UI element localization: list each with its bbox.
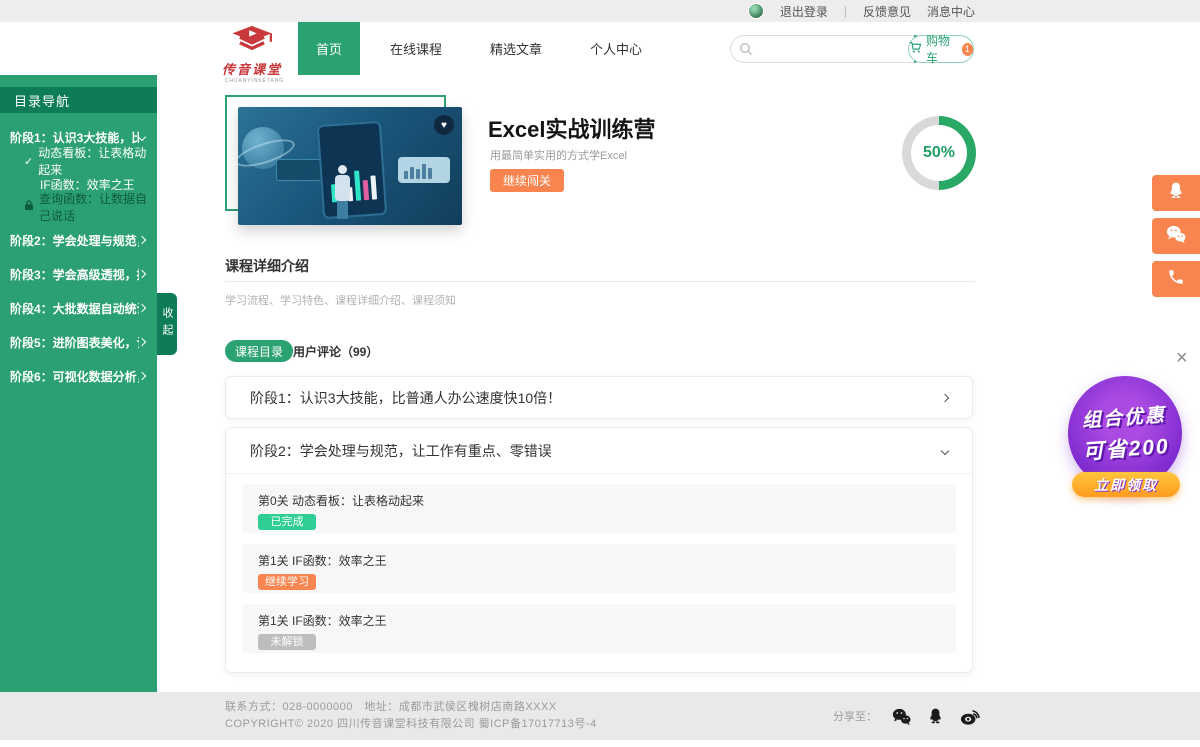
sidebar-lesson-dashboard[interactable]: ✓ 动态看板：让表格动起来: [0, 154, 157, 168]
lock-icon: [24, 200, 34, 214]
sidebar-stage-5[interactable]: 阶段5：进阶图表美化，让汇报一...: [0, 334, 157, 350]
nav-item-profile[interactable]: 个人中心: [572, 22, 660, 75]
chevron-right-icon: [138, 236, 146, 244]
main-navbar: 传音课堂 CHUANYINKETANG 首页 在线课程 精选文章 个人中心 搜索…: [0, 22, 1200, 75]
accordion-stage-2-title: 阶段2：学会处理与规范，让工作有重点、零错误: [250, 441, 552, 461]
lesson-row[interactable]: 第1关 IF函数：效率之王 继续学习: [242, 544, 956, 593]
wechat-icon: [1165, 224, 1187, 249]
cart-icon: [909, 41, 922, 57]
phone-icon: [1167, 268, 1185, 291]
promo-claim-button[interactable]: 立即领取: [1072, 472, 1180, 497]
top-utility-bar: 退出登录 | 反馈意见 消息中心: [0, 0, 1200, 22]
footer-info: 联系方式：028-0000000 地址：成都市武侯区槐树店南路XXXX COPY…: [225, 699, 597, 733]
logo-title: 传音课堂: [220, 59, 284, 78]
promo-close-icon[interactable]: ×: [1176, 348, 1188, 368]
bar-panel-graphic: [398, 157, 450, 183]
promo-line-1: 组合优惠: [1081, 400, 1167, 433]
chevron-right-icon: [138, 304, 146, 312]
cart-button[interactable]: 购物车 1: [908, 35, 974, 63]
nav-item-articles[interactable]: 精选文章: [472, 22, 560, 75]
share-label: 分享至：: [833, 708, 877, 724]
chevron-down-icon: [138, 133, 146, 141]
promo-line-2: 可省200: [1082, 430, 1171, 466]
feedback-link[interactable]: 反馈意见: [863, 3, 911, 20]
detail-description: 学习流程、学习特色、课程详细介绍、课程须知: [225, 292, 456, 308]
logo-subtitle: CHUANYINKETANG: [225, 78, 279, 83]
footer-share: 分享至：: [833, 706, 981, 726]
chart-panel-graphic: [276, 159, 322, 181]
graduation-cap-icon: [229, 40, 275, 57]
course-cover-image[interactable]: ♥: [238, 107, 462, 225]
sidebar-stage-6[interactable]: 阶段6：可视化数据分析，帮老板...: [0, 368, 157, 384]
wechat-share-icon[interactable]: [891, 707, 912, 726]
site-logo[interactable]: 传音课堂 CHUANYINKETANG: [220, 25, 284, 84]
phone-contact-button[interactable]: [1152, 261, 1200, 297]
sidebar-collapse-tab[interactable]: 收起: [157, 293, 177, 355]
lesson-row[interactable]: 第0关 动态看板：让表格动起来 已完成: [242, 484, 956, 533]
cart-label: 购物车: [926, 32, 958, 66]
search-bar: 搜索: [730, 35, 897, 63]
tab-course-catalog[interactable]: 课程目录: [225, 340, 293, 362]
progress-value: 50%: [911, 125, 967, 181]
accordion-stage-2: 阶段2：学会处理与规范，让工作有重点、零错误 第0关 动态看板：让表格动起来 已…: [225, 427, 973, 673]
sidebar-stage-1[interactable]: 阶段1：认识3大技能，比普通人...: [0, 129, 157, 145]
status-badge-done[interactable]: 已完成: [258, 514, 316, 530]
search-icon: [739, 42, 753, 61]
sidebar-lesson-locked[interactable]: 查询函数：让数据自己说话: [0, 200, 157, 214]
sidebar-stage-2[interactable]: 阶段2：学会处理与规范，让工作...: [0, 232, 157, 248]
message-center-link[interactable]: 消息中心: [927, 3, 975, 20]
qq-contact-button[interactable]: [1152, 175, 1200, 211]
tab-user-comments[interactable]: 用户评论（99）: [293, 340, 378, 362]
chevron-right-icon: [138, 338, 146, 346]
contact-float-buttons: [1152, 175, 1200, 297]
topbar-divider: |: [844, 4, 847, 18]
nav-menu: 首页 在线课程 精选文章 个人中心: [298, 22, 672, 75]
sidebar-title: 目录导航: [0, 87, 157, 113]
continue-button[interactable]: 继续闯关: [490, 169, 564, 192]
progress-ring: 50%: [902, 116, 976, 190]
detail-divider: [225, 281, 975, 282]
user-avatar[interactable]: [748, 3, 764, 19]
chevron-right-icon: [138, 372, 146, 380]
course-subtitle: 用最简单实用的方式学Excel: [490, 147, 627, 163]
catalog-sidebar: 目录导航 阶段1：认识3大技能，比普通人... ✓ 动态看板：让表格动起来 IF…: [0, 75, 157, 692]
cart-count-badge: 1: [962, 43, 973, 56]
accordion-stage-2-header[interactable]: 阶段2：学会处理与规范，让工作有重点、零错误: [226, 428, 972, 474]
footer: 联系方式：028-0000000 地址：成都市武侯区槐树店南路XXXX COPY…: [0, 692, 1200, 740]
weibo-share-icon[interactable]: [959, 706, 981, 726]
detail-heading: 课程详细介绍: [225, 256, 309, 276]
nav-item-courses[interactable]: 在线课程: [372, 22, 460, 75]
nav-item-home[interactable]: 首页: [298, 22, 360, 75]
qq-icon: [1166, 181, 1186, 206]
chevron-right-icon: [138, 270, 146, 278]
search-input[interactable]: [730, 35, 914, 63]
course-title: Excel实战训练营: [488, 112, 656, 144]
dashboard-graphic: [317, 121, 387, 219]
status-badge-continue[interactable]: 继续学习: [258, 574, 316, 590]
accordion-stage-1-title: 阶段1：认识3大技能，比普通人办公速度快10倍！: [250, 388, 561, 408]
check-icon: ✓: [24, 155, 33, 168]
sidebar-stage-3[interactable]: 阶段3：学会高级透视，拥有同时...: [0, 266, 157, 282]
qq-share-icon[interactable]: [926, 707, 945, 726]
favorite-heart-icon[interactable]: ♥: [434, 115, 454, 135]
accordion-stage-1[interactable]: 阶段1：认识3大技能，比普通人办公速度快10倍！: [225, 376, 973, 419]
chevron-right-icon: [941, 393, 949, 401]
sidebar-stage-4[interactable]: 阶段4：大批数据自动统计分析，...: [0, 300, 157, 316]
logout-link[interactable]: 退出登录: [780, 3, 828, 20]
page: 退出登录 | 反馈意见 消息中心 传音课堂 CHUANYINKETANG 首页 …: [0, 0, 1200, 747]
status-badge-locked[interactable]: 未解锁: [258, 634, 316, 650]
chevron-down-icon: [941, 446, 949, 454]
person-graphic: [338, 165, 347, 174]
wechat-contact-button[interactable]: [1152, 218, 1200, 254]
lesson-row[interactable]: 第1关 IF函数：效率之王 未解锁: [242, 604, 956, 653]
footer-copyright: COPYRIGHT© 2020 四川传音课堂科技有限公司 蜀ICP备170177…: [225, 716, 597, 733]
sidebar-lesson-if[interactable]: IF函数：效率之王: [0, 177, 157, 191]
footer-contact: 联系方式：028-0000000 地址：成都市武侯区槐树店南路XXXX: [225, 699, 597, 716]
